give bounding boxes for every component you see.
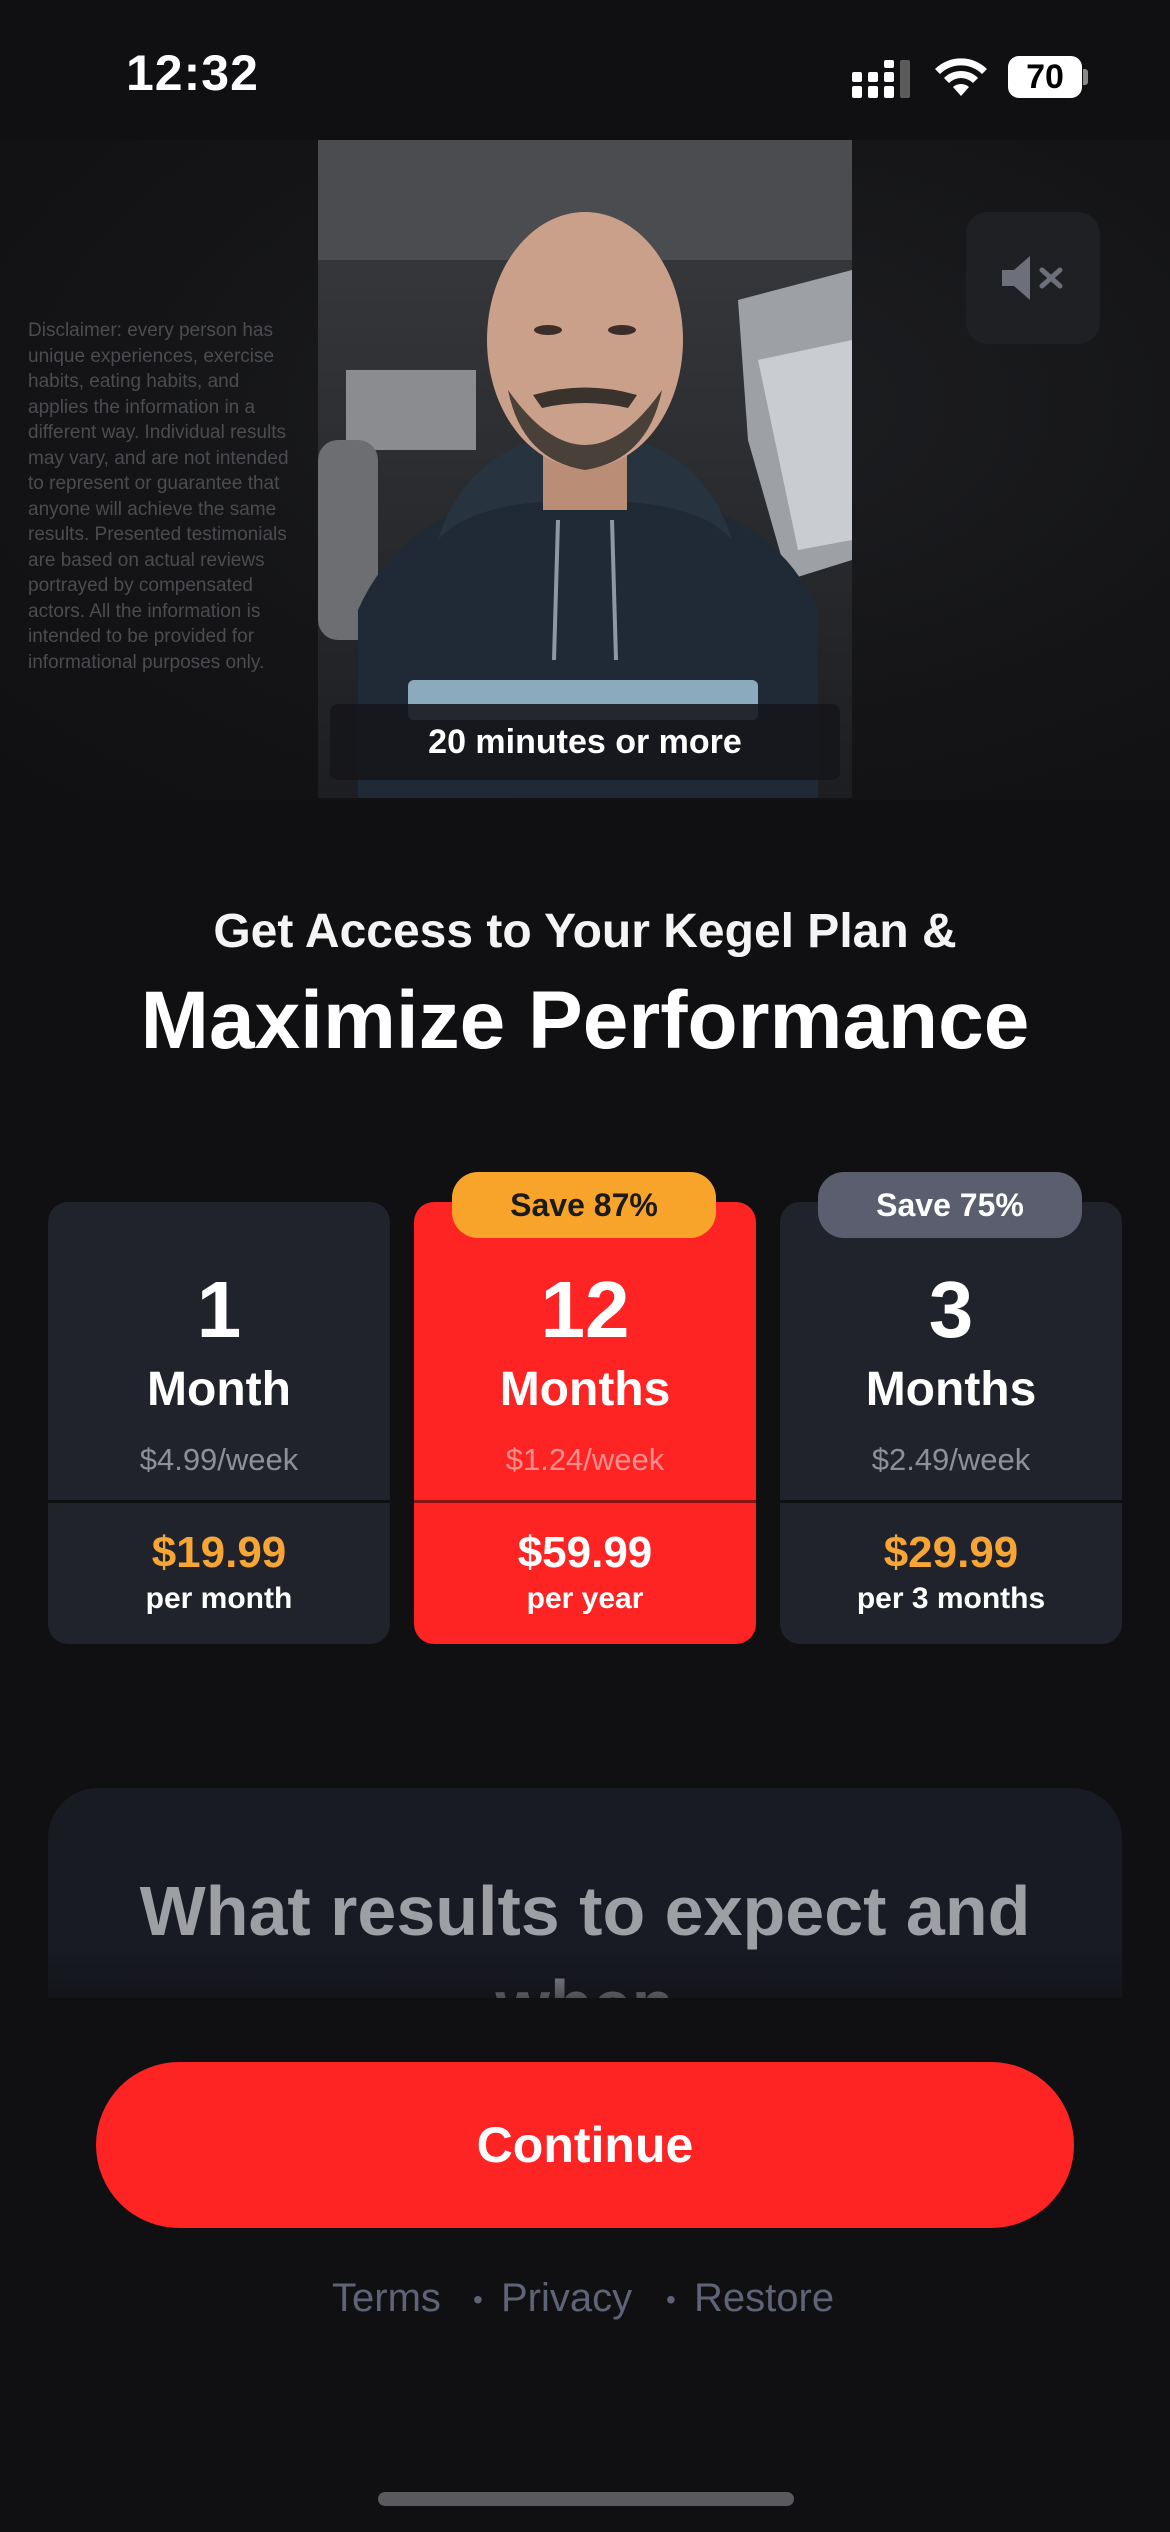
- plan-card-1-month[interactable]: 1 Month $4.99/week $19.99 per month: [48, 1202, 390, 1644]
- plan-card-12-months[interactable]: Save 87% 12 Months $1.24/week $59.99 per…: [414, 1172, 756, 1644]
- headline-subtitle: Get Access to Your Kegel Plan &: [213, 905, 957, 958]
- continue-button[interactable]: Continue: [96, 2062, 1074, 2228]
- status-bar: 12:32 70: [0, 0, 1170, 140]
- plan-unit: Months: [865, 1363, 1037, 1416]
- battery-icon: 70: [1008, 56, 1088, 98]
- save-badge: Save 75%: [818, 1172, 1082, 1238]
- plan-count: 1: [196, 1265, 242, 1354]
- testimonial-video[interactable]: 20 minutes or more: [318, 140, 852, 798]
- status-time: 12:32: [126, 45, 259, 101]
- battery-level: 70: [1008, 56, 1082, 98]
- plan-divider: [780, 1500, 1122, 1503]
- plan-unit: Months: [499, 1363, 671, 1416]
- plan-price: $29.99: [883, 1528, 1019, 1577]
- plan-period: per month: [145, 1582, 293, 1615]
- privacy-link[interactable]: Privacy: [501, 2276, 632, 2321]
- wifi-icon: [935, 58, 987, 96]
- paywall-screen: 12:32 70 Disclaimer: every person has un…: [0, 0, 1170, 2532]
- disclaimer-text: Disclaimer: every person has unique expe…: [28, 320, 289, 673]
- plan-divider: [414, 1500, 756, 1503]
- plan-weekly-price: $2.49/week: [871, 1442, 1031, 1477]
- plan-weekly-price: $1.24/week: [505, 1442, 665, 1477]
- restore-link[interactable]: Restore: [694, 2276, 834, 2321]
- plan-weekly-price: $4.99/week: [139, 1442, 299, 1477]
- video-frame-illustration: [318, 140, 852, 798]
- home-indicator: [378, 2492, 794, 2506]
- battery-cap: [1083, 69, 1088, 85]
- footer-separator: •: [473, 2284, 483, 2315]
- speaker-muted-icon: [1002, 256, 1063, 300]
- plan-divider: [48, 1500, 390, 1503]
- plan-period: per 3 months: [856, 1582, 1046, 1615]
- plan-count: 12: [540, 1265, 630, 1354]
- signal-icon: [852, 60, 910, 98]
- mute-button[interactable]: [966, 212, 1100, 344]
- plan-period: per year: [526, 1582, 644, 1615]
- footer-links: Terms • Privacy • Restore: [0, 2276, 1170, 2336]
- plan-price: $59.99: [517, 1528, 653, 1577]
- scroll-fade-overlay: [0, 1950, 1170, 2060]
- headline-title: Maximize Performance: [140, 975, 1030, 1066]
- plan-count: 3: [928, 1265, 974, 1354]
- plan-card-3-months[interactable]: Save 75% 3 Months $2.49/week $29.99 per …: [780, 1172, 1122, 1644]
- terms-link[interactable]: Terms: [332, 2276, 441, 2321]
- plan-price: $19.99: [151, 1528, 287, 1577]
- video-caption: 20 minutes or more: [330, 704, 840, 780]
- footer-separator: •: [666, 2284, 676, 2315]
- plan-unit: Month: [147, 1363, 291, 1416]
- save-badge: Save 87%: [452, 1172, 716, 1238]
